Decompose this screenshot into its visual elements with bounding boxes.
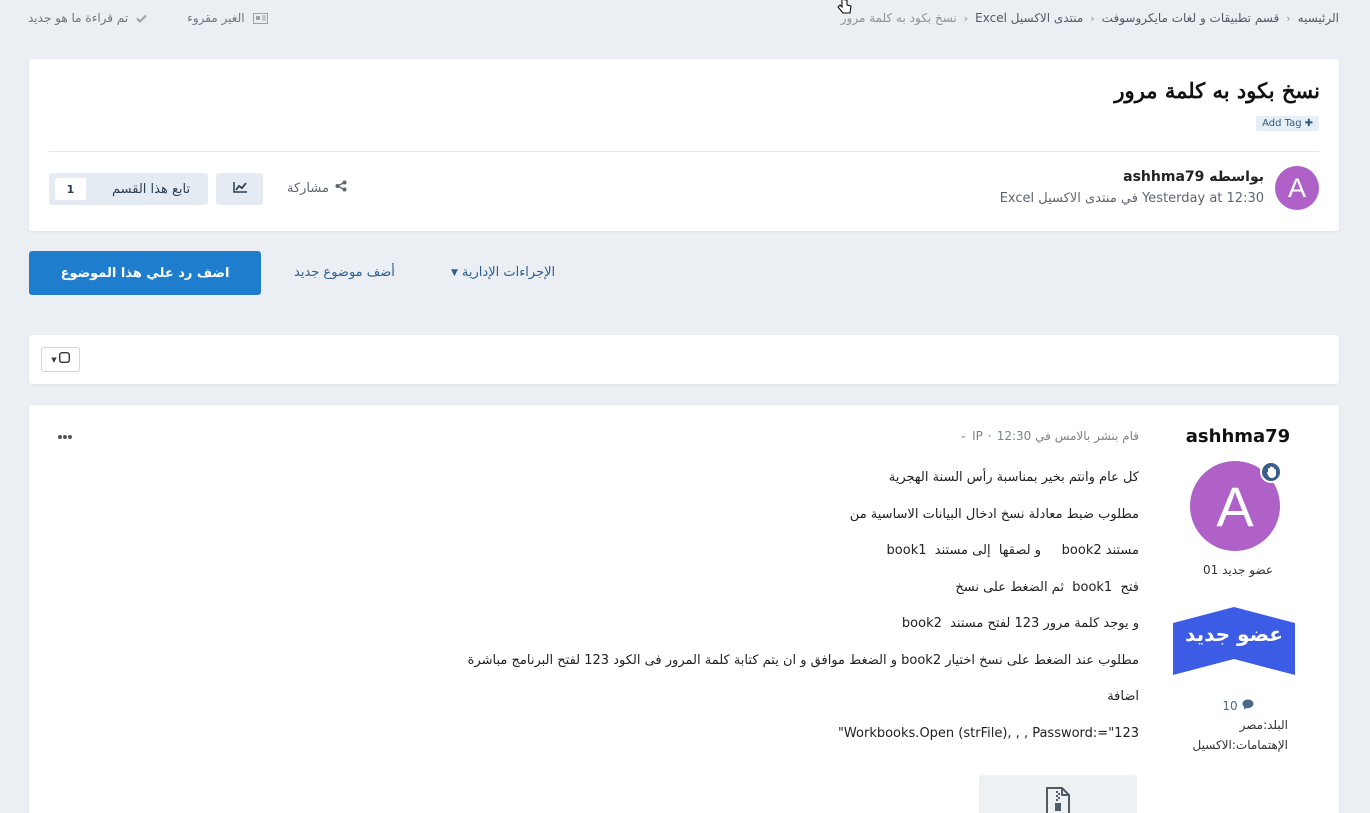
mark-read-link[interactable]: تم قراءة ما هو جديد xyxy=(28,11,147,25)
post-paragraph: مطلوب ضبط معادلة نسخ ادخال البيانات الاس… xyxy=(849,506,1139,522)
post-body: كل عام وانتم بخير بمناسبة رأس السنة الهج… xyxy=(379,469,1139,761)
attachment-file[interactable] xyxy=(979,775,1137,813)
zip-file-icon xyxy=(1045,787,1071,813)
rank-badge-text: عضو جديد xyxy=(1185,622,1283,646)
post-count-value: 10 xyxy=(1222,699,1238,713)
unread-content-link[interactable]: الغير مقروء xyxy=(187,11,268,25)
plus-icon: ✚ xyxy=(1304,118,1313,129)
chevron-left-icon: ‹ xyxy=(1090,11,1095,25)
follow-label: تابع هذا القسم xyxy=(112,181,191,197)
top-actions: تم قراءة ما هو جديد الغير مقروء xyxy=(28,11,268,25)
unread-label: الغير مقروء xyxy=(187,11,245,25)
breadcrumb: الرئيسيه ‹ قسم تطبيقات و لغات مايكروسوفت… xyxy=(841,11,1339,25)
post-paragraph: و يوجد كلمة مرور 123 لفتح مستند book2 xyxy=(901,616,1139,631)
author-line[interactable]: بواسطه ashhma79 xyxy=(1123,169,1264,185)
country-field: البلد:مصر xyxy=(1239,718,1288,732)
select-posts-dropdown[interactable]: ▼ xyxy=(41,347,80,372)
breadcrumb-microsoft-section[interactable]: قسم تطبيقات و لغات مايكروسوفت xyxy=(1102,11,1280,25)
breadcrumb-home[interactable]: الرئيسيه xyxy=(1298,11,1339,25)
topic-title: نسخ بكود به كلمة مرور xyxy=(1114,78,1320,103)
share-button[interactable]: مشاركة xyxy=(287,180,347,196)
share-icon xyxy=(335,180,347,196)
breadcrumb-current: نسخ بكود به كلمة مرور xyxy=(840,11,957,25)
follow-count-badge: 1 xyxy=(55,178,86,200)
caret-down-icon: ▼ xyxy=(51,355,57,364)
rank-title: عضو جديد 01 xyxy=(1202,563,1274,577)
chevron-left-icon: ‹ xyxy=(963,11,969,25)
moderation-actions-menu[interactable]: الإجراءات الإدارية ▼ xyxy=(451,265,555,280)
new-topic-link[interactable]: أضف موضوع جديد xyxy=(294,265,395,280)
ip-label[interactable]: IP xyxy=(972,429,983,443)
line-chart-icon xyxy=(232,181,247,197)
post-paragraph: مستند book2 و لصقها إلى مستند book1 xyxy=(886,543,1139,558)
interests-field: الإهتمامات:الاكسيل xyxy=(1192,738,1288,752)
dot-separator: · xyxy=(987,429,992,443)
follow-section-button[interactable]: 1 تابع هذا القسم xyxy=(49,173,208,205)
post-paragraph: "Workbooks.Open (strFile), , , Password:… xyxy=(837,725,1139,741)
breadcrumb-excel-forum[interactable]: منتدى الاكسيل Excel xyxy=(975,11,1083,25)
newspaper-icon xyxy=(252,12,268,24)
post-date[interactable]: قام بنشر بالامس في 12:30 xyxy=(997,429,1139,443)
chevron-down-icon[interactable]: ⌄ xyxy=(960,431,968,441)
check-icon xyxy=(136,14,147,23)
post-filter-bar: ▼ xyxy=(29,335,1339,384)
share-label: مشاركة xyxy=(287,180,329,196)
moderation-label: الإجراءات الإدارية xyxy=(461,265,556,280)
post-options-button[interactable] xyxy=(57,429,73,444)
checkbox-icon xyxy=(58,352,70,367)
ellipsis-icon xyxy=(57,429,73,444)
post-author-name[interactable]: ashhma79 xyxy=(1163,426,1313,447)
mark-read-label: تم قراءة ما هو جديد xyxy=(28,11,129,25)
post-paragraph: فتح book1 ثم الضغط على نسخ xyxy=(955,579,1139,595)
post-paragraph: اضافة xyxy=(1107,689,1139,704)
post-paragraph: مطلوب عند الضغط على نسخ اختيار book2 و ا… xyxy=(467,652,1139,668)
caret-down-icon: ▼ xyxy=(451,267,458,278)
rank-badge-image: عضو جديد xyxy=(1171,605,1297,681)
avatar[interactable]: A xyxy=(1275,166,1319,210)
hand-icon xyxy=(1260,461,1282,483)
reply-button[interactable]: اضف رد علي هذا الموضوع xyxy=(29,251,261,295)
post-count: 10 xyxy=(1163,699,1313,713)
add-tag-label: Add Tag xyxy=(1262,118,1302,129)
post-meta: قام بنشر بالامس في 12:30 · IP ⌄ xyxy=(960,429,1139,443)
chevron-left-icon: ‹ xyxy=(1286,11,1291,25)
post-paragraph: كل عام وانتم بخير بمناسبة رأس السنة الهج… xyxy=(888,470,1139,485)
divider xyxy=(49,151,1319,152)
post-card: ashhma79 A عضو جديد 01 عضو جديد 10 البلد… xyxy=(29,405,1339,813)
add-tag-button[interactable]: Add Tag ✚ xyxy=(1256,116,1319,131)
topic-activity-button[interactable] xyxy=(216,173,263,205)
comment-icon xyxy=(1242,699,1254,713)
topic-meta: Yesterday at 12:30 في منتدى الاكسيل Exce… xyxy=(999,191,1264,206)
topic-header-card: نسخ بكود به كلمة مرور Add Tag ✚ A بواسطه… xyxy=(29,59,1339,231)
